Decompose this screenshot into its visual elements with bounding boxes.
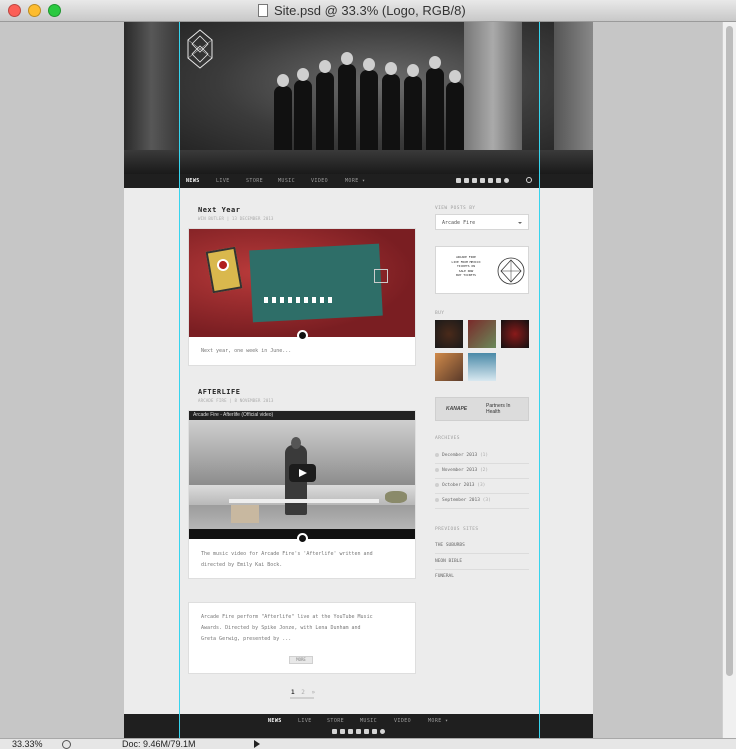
- youtube-icon[interactable]: [472, 178, 477, 183]
- band-logo[interactable]: [186, 28, 214, 70]
- previous-site-link[interactable]: FUNERAL: [435, 569, 529, 584]
- site-footer: NEWS LIVE STORE MUSIC VIDEO MORE ▾: [124, 714, 593, 738]
- soundcloud-icon[interactable]: [480, 178, 485, 183]
- tumblr-icon[interactable]: [496, 178, 501, 183]
- album-thumb[interactable]: [468, 320, 496, 348]
- facebook-icon[interactable]: [332, 729, 337, 734]
- tumblr-icon[interactable]: [372, 729, 377, 734]
- archive-item[interactable]: December 2013 (1): [435, 448, 529, 464]
- nav-store[interactable]: STORE: [246, 174, 263, 188]
- website-mockup: NEWS LIVE STORE MUSIC VIDEO MORE ▾ Next …: [124, 22, 593, 738]
- post-badge-icon: [297, 533, 308, 544]
- post-excerpt-line: directed by Emily Kai Bock.: [201, 562, 283, 568]
- page-1-link[interactable]: 1: [291, 689, 295, 696]
- tickets-ad-line: BUY TICKETS: [456, 273, 476, 277]
- filter-selected-value: Arcade Fire: [442, 220, 476, 226]
- hero-photo: [124, 22, 593, 174]
- post-image: [189, 229, 415, 337]
- guide-line[interactable]: [179, 22, 180, 738]
- more-button[interactable]: MORE: [289, 656, 313, 664]
- footer-nav-music[interactable]: MUSIC: [360, 714, 377, 728]
- post-excerpt-line: The music video for Arcade Fire's 'After…: [201, 551, 373, 557]
- album-thumb[interactable]: [501, 320, 529, 348]
- status-info-icon[interactable]: [62, 740, 71, 749]
- document-canvas[interactable]: NEWS LIVE STORE MUSIC VIDEO MORE ▾ Next …: [0, 22, 722, 738]
- play-button[interactable]: [289, 464, 316, 482]
- tickets-ad[interactable]: ARCADE FIRE LIVE FROM MEXICO TICKETS ON …: [435, 246, 529, 294]
- footer-nav-live[interactable]: LIVE: [298, 714, 312, 728]
- document-size: Doc: 9.46M/79.1M: [122, 739, 196, 749]
- twitter-icon[interactable]: [340, 729, 345, 734]
- post-card[interactable]: Next year, one week in June...: [188, 228, 416, 366]
- chevron-down-icon: [518, 222, 522, 224]
- nav-live[interactable]: LIVE: [216, 174, 230, 188]
- instagram-icon[interactable]: [364, 729, 369, 734]
- album-thumb[interactable]: [435, 353, 463, 381]
- previous-sites-label: PREVIOUS SITES: [435, 527, 479, 532]
- window-titlebar: Site.psd @ 33.3% (Logo, RGB/8): [0, 0, 736, 22]
- guide-line[interactable]: [539, 22, 540, 738]
- post-meta: WIN BUTLER | 13 DECEMBER 2013: [198, 216, 274, 221]
- archive-item[interactable]: September 2013 (3): [435, 493, 529, 509]
- archive-item[interactable]: November 2013 (2): [435, 463, 529, 479]
- page-2-link[interactable]: 2: [301, 689, 305, 696]
- vertical-scrollbar[interactable]: [722, 22, 736, 738]
- album-thumb[interactable]: [435, 320, 463, 348]
- post-excerpt-line: Arcade Fire perform "Afterlife" live at …: [201, 614, 373, 620]
- post-title[interactable]: Next Year: [198, 206, 240, 214]
- site-top-nav: NEWS LIVE STORE MUSIC VIDEO MORE ▾: [124, 174, 593, 188]
- zoom-window-button[interactable]: [48, 4, 61, 17]
- previous-site-link[interactable]: NEON BIBLE: [435, 554, 529, 570]
- previous-site-link[interactable]: THE SUBURBS: [435, 538, 529, 554]
- status-menu-arrow-icon[interactable]: [254, 740, 260, 748]
- post-badge-icon: [297, 330, 308, 341]
- soundcloud-icon[interactable]: [356, 729, 361, 734]
- partners-banner[interactable]: KANAPE Partners In Health: [435, 397, 529, 421]
- album-thumb[interactable]: [468, 353, 496, 381]
- archive-item[interactable]: October 2013 (3): [435, 478, 529, 494]
- post-card[interactable]: Arcade Fire - Afterlife (Official video)…: [188, 410, 416, 579]
- zoom-level[interactable]: 33.33%: [12, 739, 43, 749]
- filter-select[interactable]: Arcade Fire: [435, 214, 529, 230]
- buy-label: BUY: [435, 311, 445, 316]
- instagram-icon[interactable]: [488, 178, 493, 183]
- partner-kanape: KANAPE: [446, 406, 468, 412]
- post-excerpt-line: Awards. Directed by Spike Jonze, with Le…: [201, 625, 361, 631]
- nav-more[interactable]: MORE ▾: [345, 174, 365, 188]
- post-excerpt-line: Greta Gerwig, presented by ...: [201, 636, 292, 642]
- nav-music[interactable]: MUSIC: [278, 174, 295, 188]
- search-icon[interactable]: [526, 177, 532, 183]
- globe-icon[interactable]: [504, 178, 509, 183]
- post-meta: ARCADE FIRE | 8 NOVEMBER 2013: [198, 398, 274, 403]
- footer-nav-more[interactable]: MORE ▾: [428, 714, 448, 728]
- band-logo-icon: [497, 257, 525, 285]
- footer-nav-news[interactable]: NEWS: [268, 714, 282, 728]
- view-posts-label: VIEW POSTS BY: [435, 206, 476, 211]
- document-icon: [258, 4, 268, 17]
- post-card[interactable]: Arcade Fire perform "Afterlife" live at …: [188, 602, 416, 674]
- pagination: 1 2 »: [291, 689, 315, 696]
- window-title: Site.psd @ 33.3% (Logo, RGB/8): [274, 3, 466, 18]
- nav-news[interactable]: NEWS: [186, 174, 200, 188]
- scrollbar-thumb[interactable]: [726, 26, 733, 676]
- next-page-link[interactable]: »: [312, 689, 316, 696]
- globe-icon[interactable]: [380, 729, 385, 734]
- partner-pih: Partners In Health: [486, 403, 511, 415]
- video-title: Arcade Fire - Afterlife (Official video): [193, 412, 274, 418]
- archives-label: ARCHIVES: [435, 436, 460, 441]
- footer-nav-video[interactable]: VIDEO: [394, 714, 411, 728]
- facebook-icon[interactable]: [456, 178, 461, 183]
- twitter-icon[interactable]: [464, 178, 469, 183]
- youtube-icon[interactable]: [348, 729, 353, 734]
- post-excerpt: Next year, one week in June...: [201, 348, 292, 354]
- footer-nav-store[interactable]: STORE: [327, 714, 344, 728]
- video-player[interactable]: Arcade Fire - Afterlife (Official video): [189, 411, 415, 539]
- nav-video[interactable]: VIDEO: [311, 174, 328, 188]
- close-window-button[interactable]: [8, 4, 21, 17]
- post-title[interactable]: AFTERLIFE: [198, 388, 240, 396]
- status-bar: 33.33% Doc: 9.46M/79.1M: [0, 738, 736, 749]
- minimize-window-button[interactable]: [28, 4, 41, 17]
